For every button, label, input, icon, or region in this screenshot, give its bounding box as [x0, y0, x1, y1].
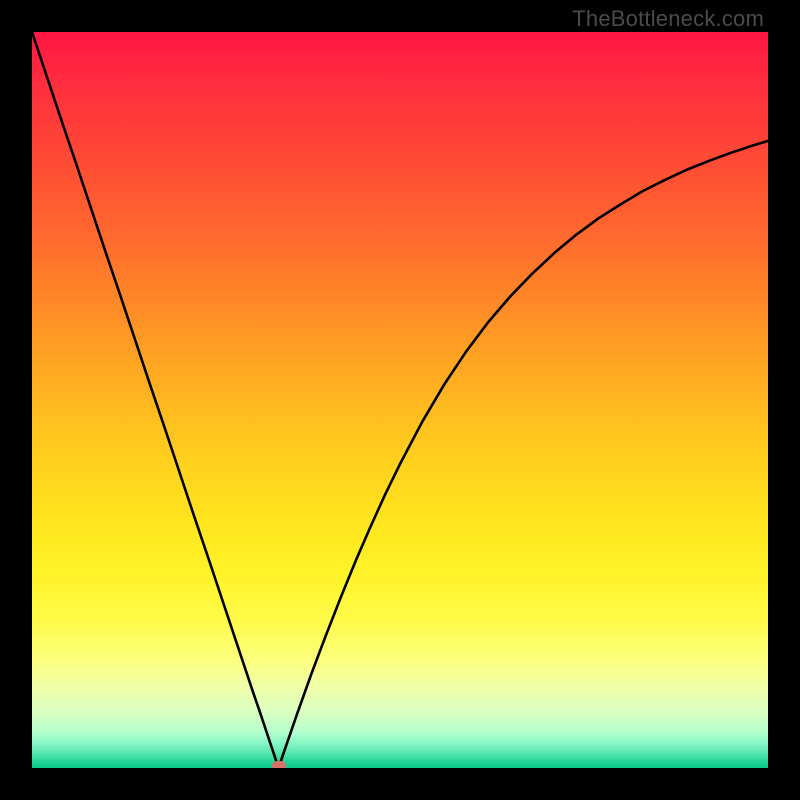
watermark-text: TheBottleneck.com — [572, 6, 764, 32]
bottleneck-curve — [32, 32, 768, 768]
plot-area — [32, 32, 768, 768]
chart-frame: TheBottleneck.com — [0, 0, 800, 800]
curve-right-branch — [279, 141, 768, 768]
curve-left-branch — [32, 32, 279, 768]
optimum-marker — [272, 761, 286, 768]
